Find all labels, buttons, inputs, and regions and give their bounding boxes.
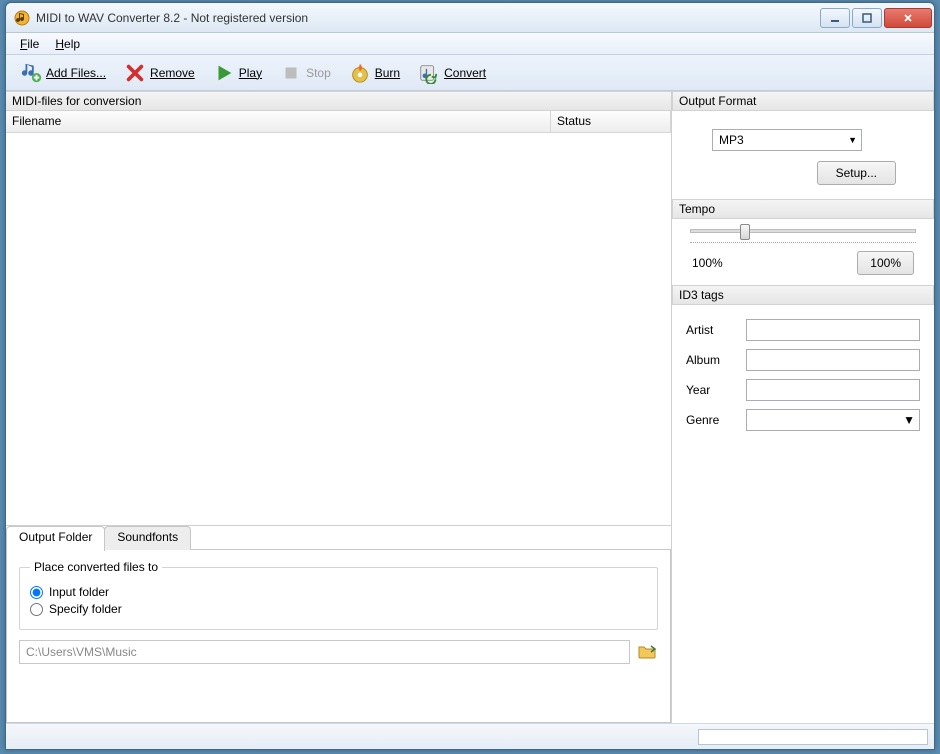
- chevron-down-icon: ▼: [848, 135, 857, 145]
- add-files-button[interactable]: Add Files...: [12, 58, 114, 88]
- artist-input[interactable]: [746, 319, 920, 341]
- close-button[interactable]: [884, 8, 932, 28]
- filelist-body[interactable]: [6, 133, 671, 525]
- tempo-value-label: 100%: [692, 256, 723, 270]
- tab-output-folder[interactable]: Output Folder: [6, 526, 105, 551]
- year-label: Year: [686, 383, 738, 397]
- album-input[interactable]: [746, 349, 920, 371]
- progress-bar: [698, 729, 928, 745]
- stop-label: Stop: [306, 66, 331, 80]
- radio-specify-folder[interactable]: [30, 603, 43, 616]
- convert-icon: [418, 62, 440, 84]
- genre-dropdown[interactable]: ▼: [746, 409, 920, 431]
- burn-label: Burn: [375, 66, 400, 80]
- genre-label: Genre: [686, 413, 738, 427]
- tempo-slider[interactable]: [690, 229, 916, 233]
- play-button[interactable]: Play: [205, 58, 270, 88]
- left-pane: MIDI-files for conversion Filename Statu…: [6, 91, 672, 723]
- album-label: Album: [686, 353, 738, 367]
- output-folder-group: Place converted files to Input folder Sp…: [19, 560, 658, 630]
- remove-icon: [124, 62, 146, 84]
- burn-button[interactable]: Burn: [341, 58, 408, 88]
- menu-file[interactable]: File: [12, 35, 47, 53]
- setup-button[interactable]: Setup...: [817, 161, 896, 185]
- id3-header: ID3 tags: [672, 285, 934, 305]
- add-files-icon: [20, 62, 42, 84]
- app-window: MIDI to WAV Converter 8.2 - Not register…: [5, 2, 935, 750]
- client-area: MIDI-files for conversion Filename Statu…: [6, 91, 934, 723]
- tab-output-folder-body: Place converted files to Input folder Sp…: [6, 549, 671, 723]
- remove-label: Remove: [150, 66, 195, 80]
- output-folder-legend: Place converted files to: [30, 560, 162, 574]
- statusbar: [6, 723, 934, 749]
- minimize-button[interactable]: [820, 8, 850, 28]
- id3-group: Artist Album Year Genre ▼: [672, 305, 934, 453]
- output-format-group: MP3 ▼ Setup...: [672, 111, 934, 199]
- browse-folder-button[interactable]: [636, 641, 658, 663]
- filelist-title: MIDI-files for conversion: [6, 91, 671, 111]
- tempo-ticks: [690, 237, 916, 243]
- window-title: MIDI to WAV Converter 8.2 - Not register…: [36, 11, 820, 25]
- output-path-input[interactable]: [19, 640, 630, 664]
- titlebar: MIDI to WAV Converter 8.2 - Not register…: [6, 3, 934, 33]
- burn-icon: [349, 62, 371, 84]
- window-controls: [820, 8, 932, 28]
- menu-help[interactable]: Help: [47, 35, 88, 53]
- play-label: Play: [239, 66, 262, 80]
- bottom-tabs: Output Folder Soundfonts Place converted…: [6, 525, 671, 723]
- filelist-header: Filename Status: [6, 111, 671, 133]
- year-input[interactable]: [746, 379, 920, 401]
- stop-icon: [280, 62, 302, 84]
- right-pane: Output Format MP3 ▼ Setup... Tempo 100%: [672, 91, 934, 723]
- app-icon: [14, 10, 30, 26]
- folder-icon: [638, 643, 656, 662]
- tempo-slider-thumb[interactable]: [740, 224, 750, 240]
- chevron-down-icon: ▼: [903, 413, 915, 427]
- toolbar: Add Files... Remove Play Stop Burn Conve…: [6, 55, 934, 91]
- col-status[interactable]: Status: [551, 111, 671, 132]
- radio-input-folder-label: Input folder: [49, 585, 109, 599]
- format-dropdown[interactable]: MP3 ▼: [712, 129, 862, 151]
- tab-soundfonts[interactable]: Soundfonts: [104, 526, 191, 550]
- add-files-label: Add Files...: [46, 66, 106, 80]
- remove-button[interactable]: Remove: [116, 58, 203, 88]
- play-icon: [213, 62, 235, 84]
- artist-label: Artist: [686, 323, 738, 337]
- stop-button: Stop: [272, 58, 339, 88]
- output-format-header: Output Format: [672, 91, 934, 111]
- maximize-button[interactable]: [852, 8, 882, 28]
- menubar: File Help: [6, 33, 934, 55]
- col-filename[interactable]: Filename: [6, 111, 551, 132]
- tempo-header: Tempo: [672, 199, 934, 219]
- convert-label: Convert: [444, 66, 486, 80]
- format-selected: MP3: [719, 133, 744, 147]
- convert-button[interactable]: Convert: [410, 58, 494, 88]
- radio-input-folder[interactable]: [30, 586, 43, 599]
- tempo-display[interactable]: 100%: [857, 251, 914, 275]
- tempo-group: 100% 100%: [672, 219, 934, 285]
- radio-specify-folder-label: Specify folder: [49, 602, 122, 616]
